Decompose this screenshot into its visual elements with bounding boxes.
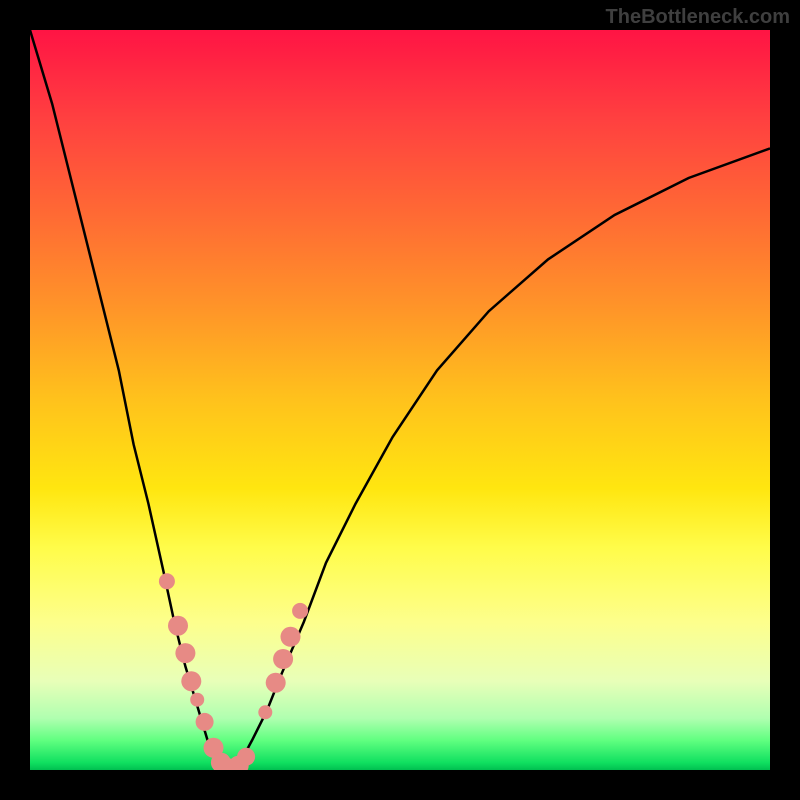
data-marker (292, 603, 308, 619)
data-marker (237, 748, 255, 766)
marker-group (159, 573, 308, 770)
data-marker (258, 705, 272, 719)
data-marker (281, 627, 301, 647)
chart-plot-area (30, 30, 770, 770)
data-marker (168, 616, 188, 636)
data-marker (175, 643, 195, 663)
data-marker (190, 693, 204, 707)
data-marker (181, 671, 201, 691)
data-marker (196, 713, 214, 731)
data-marker (273, 649, 293, 669)
attribution-text: TheBottleneck.com (606, 6, 790, 29)
data-marker (266, 673, 286, 693)
data-marker (159, 573, 175, 589)
chart-svg (30, 30, 770, 770)
bottleneck-curve (30, 30, 770, 770)
